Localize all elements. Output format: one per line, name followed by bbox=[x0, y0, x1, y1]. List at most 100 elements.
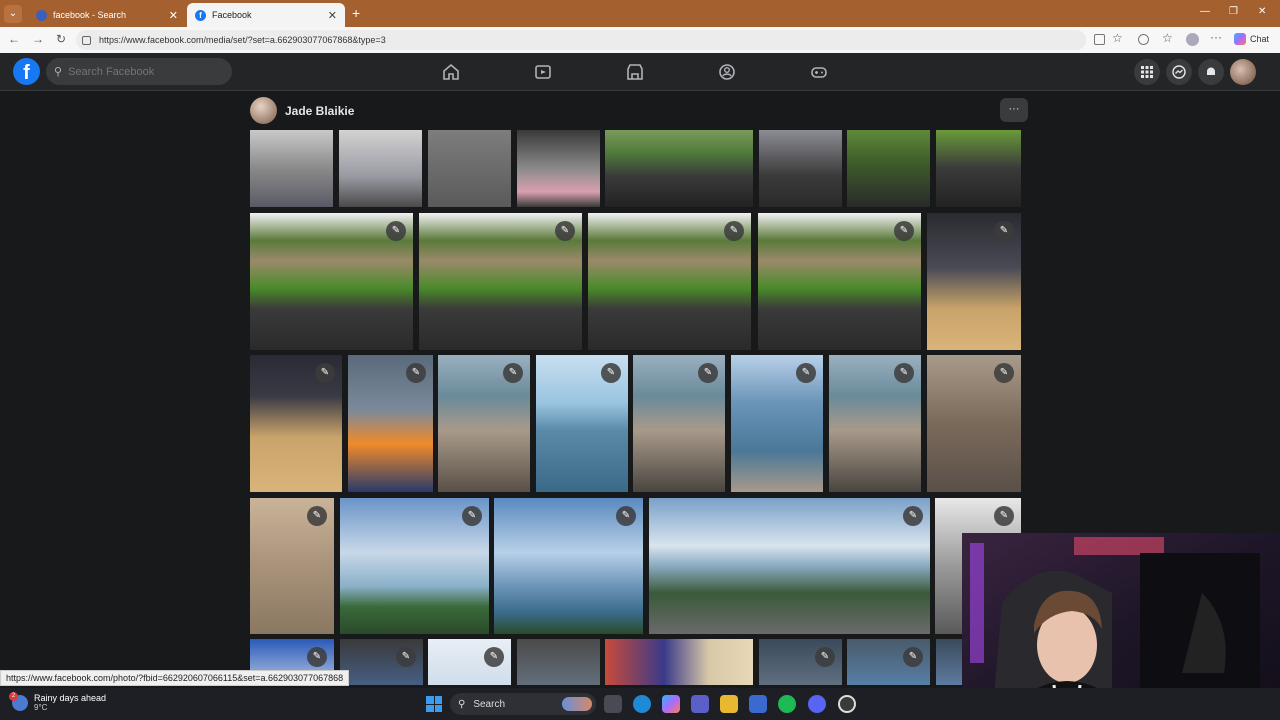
taskbar-search-box[interactable]: ⚲ Search bbox=[450, 693, 596, 715]
edit-photo-pencil-icon[interactable]: ✎ bbox=[796, 363, 816, 383]
owner-name[interactable]: Jade Blaikie bbox=[285, 104, 354, 118]
minimize-icon[interactable]: — bbox=[1200, 6, 1210, 17]
edit-photo-pencil-icon[interactable]: ✎ bbox=[503, 363, 523, 383]
album-photo[interactable] bbox=[605, 639, 753, 685]
edit-photo-pencil-icon[interactable]: ✎ bbox=[994, 363, 1014, 383]
album-photo[interactable]: ✎ bbox=[494, 498, 643, 634]
edit-photo-pencil-icon[interactable]: ✎ bbox=[903, 506, 923, 526]
windows-start-icon[interactable] bbox=[426, 696, 442, 712]
edit-photo-pencil-icon[interactable]: ✎ bbox=[484, 647, 504, 667]
weather-widget[interactable]: 2 Rainy days ahead 9°C bbox=[9, 691, 106, 712]
edit-photo-pencil-icon[interactable]: ✎ bbox=[994, 221, 1014, 241]
album-photo[interactable]: ✎ bbox=[340, 498, 489, 634]
tab-list-chevron-icon[interactable]: ⌄ bbox=[4, 5, 22, 23]
album-photo[interactable]: ✎ bbox=[250, 355, 342, 492]
favorite-star-icon[interactable]: ☆ bbox=[1112, 31, 1123, 45]
album-photo[interactable]: ✎ bbox=[419, 213, 582, 350]
edit-photo-pencil-icon[interactable]: ✎ bbox=[698, 363, 718, 383]
copilot-chat-button[interactable]: Chat bbox=[1234, 33, 1269, 45]
album-photo[interactable]: ✎ bbox=[731, 355, 823, 492]
edge-browser-icon[interactable] bbox=[633, 695, 651, 713]
edit-photo-pencil-icon[interactable]: ✎ bbox=[815, 647, 835, 667]
menu-grid-icon[interactable] bbox=[1134, 59, 1160, 85]
album-photo[interactable]: ✎ bbox=[759, 639, 842, 685]
more-options-button[interactable]: ··· bbox=[1000, 98, 1028, 122]
edit-photo-pencil-icon[interactable]: ✎ bbox=[616, 506, 636, 526]
tab-facebook[interactable]: f Facebook ✕ bbox=[187, 3, 345, 27]
album-photo[interactable]: ✎ bbox=[649, 498, 930, 634]
facebook-logo[interactable]: f bbox=[13, 58, 40, 85]
edit-photo-pencil-icon[interactable]: ✎ bbox=[903, 647, 923, 667]
microsoft-store-icon[interactable] bbox=[749, 695, 767, 713]
album-photo[interactable]: ✎ bbox=[250, 213, 413, 350]
back-arrow-icon[interactable]: ← bbox=[8, 32, 20, 46]
album-photo[interactable] bbox=[517, 639, 600, 685]
profile-avatar-icon[interactable] bbox=[1186, 33, 1199, 46]
app-available-icon[interactable] bbox=[1094, 34, 1105, 45]
album-photo[interactable] bbox=[936, 130, 1021, 207]
edit-photo-pencil-icon[interactable]: ✎ bbox=[396, 647, 416, 667]
edit-photo-pencil-icon[interactable]: ✎ bbox=[307, 506, 327, 526]
close-window-icon[interactable]: ✕ bbox=[1258, 6, 1266, 17]
album-photo[interactable]: ✎ bbox=[536, 355, 628, 492]
task-view-icon[interactable] bbox=[604, 695, 622, 713]
home-icon[interactable] bbox=[442, 63, 460, 81]
album-photo[interactable] bbox=[250, 130, 333, 207]
obs-icon[interactable] bbox=[838, 695, 856, 713]
more-options-icon[interactable]: ··· bbox=[1210, 30, 1222, 44]
edit-photo-pencil-icon[interactable]: ✎ bbox=[894, 363, 914, 383]
album-photo[interactable]: ✎ bbox=[927, 355, 1021, 492]
discord-icon[interactable] bbox=[808, 695, 826, 713]
album-photo[interactable] bbox=[847, 130, 930, 207]
marketplace-icon[interactable] bbox=[626, 63, 644, 81]
album-photo[interactable] bbox=[428, 130, 511, 207]
edit-photo-pencil-icon[interactable]: ✎ bbox=[724, 221, 744, 241]
spotify-icon[interactable] bbox=[778, 695, 796, 713]
edit-photo-pencil-icon[interactable]: ✎ bbox=[386, 221, 406, 241]
video-icon[interactable] bbox=[534, 63, 552, 81]
edit-photo-pencil-icon[interactable]: ✎ bbox=[315, 363, 335, 383]
album-photo[interactable]: ✎ bbox=[758, 213, 921, 350]
album-photo[interactable]: ✎ bbox=[847, 639, 930, 685]
favorites-icon[interactable]: ☆ bbox=[1162, 31, 1173, 45]
groups-icon[interactable] bbox=[718, 63, 736, 81]
gaming-icon[interactable] bbox=[810, 63, 828, 81]
owner-avatar[interactable] bbox=[250, 97, 277, 124]
file-explorer-icon[interactable] bbox=[720, 695, 738, 713]
facebook-search-box[interactable]: ⚲ bbox=[46, 58, 232, 85]
close-tab-icon[interactable]: ✕ bbox=[328, 9, 337, 22]
edit-photo-pencil-icon[interactable]: ✎ bbox=[994, 506, 1014, 526]
album-photo[interactable]: ✎ bbox=[340, 639, 423, 685]
album-photo[interactable]: ✎ bbox=[428, 639, 511, 685]
facebook-search-input[interactable] bbox=[68, 65, 219, 78]
teams-icon[interactable] bbox=[691, 695, 709, 713]
album-photo[interactable] bbox=[517, 130, 600, 207]
edit-photo-pencil-icon[interactable]: ✎ bbox=[307, 647, 327, 667]
extensions-icon[interactable] bbox=[1138, 34, 1149, 45]
refresh-icon[interactable]: ↻ bbox=[56, 32, 66, 46]
edit-photo-pencil-icon[interactable]: ✎ bbox=[406, 363, 426, 383]
edit-photo-pencil-icon[interactable]: ✎ bbox=[894, 221, 914, 241]
new-tab-plus-icon[interactable]: + bbox=[352, 5, 360, 21]
album-photo[interactable]: ✎ bbox=[588, 213, 751, 350]
album-photo[interactable] bbox=[605, 130, 753, 207]
edit-photo-pencil-icon[interactable]: ✎ bbox=[601, 363, 621, 383]
album-photo[interactable] bbox=[339, 130, 422, 207]
forward-arrow-icon[interactable]: → bbox=[32, 32, 44, 46]
address-bar[interactable]: https://www.facebook.com/media/set/?set=… bbox=[76, 30, 1086, 50]
album-photo[interactable]: ✎ bbox=[927, 213, 1021, 350]
album-photo[interactable]: ✎ bbox=[250, 498, 334, 634]
album-photo[interactable]: ✎ bbox=[633, 355, 725, 492]
album-photo[interactable]: ✎ bbox=[348, 355, 433, 492]
album-photo[interactable]: ✎ bbox=[438, 355, 530, 492]
notifications-bell-icon[interactable] bbox=[1198, 59, 1224, 85]
tab-facebook-search[interactable]: facebook - Search ✕ bbox=[28, 3, 186, 27]
restore-icon[interactable]: ❐ bbox=[1229, 6, 1238, 17]
edit-photo-pencil-icon[interactable]: ✎ bbox=[555, 221, 575, 241]
copilot-app-icon[interactable] bbox=[662, 695, 680, 713]
account-avatar[interactable] bbox=[1230, 59, 1256, 85]
album-photo[interactable] bbox=[759, 130, 842, 207]
messenger-icon[interactable] bbox=[1166, 59, 1192, 85]
close-tab-icon[interactable]: ✕ bbox=[169, 9, 178, 22]
edit-photo-pencil-icon[interactable]: ✎ bbox=[462, 506, 482, 526]
